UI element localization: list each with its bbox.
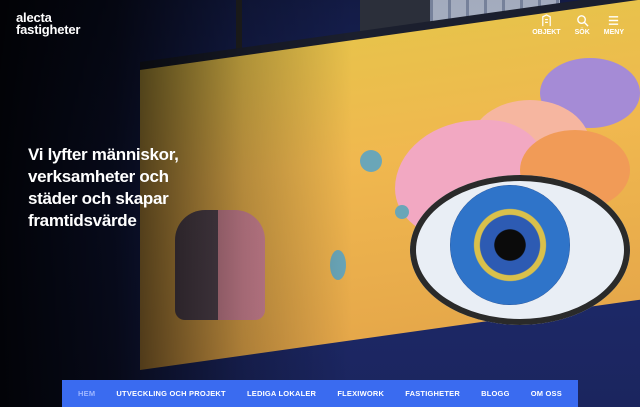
hero-section: alecta fastigheter OBJEKT SÖK MENY Vi ly… [0,0,640,407]
hero-headline: Vi lyfter människor, verksamheter och st… [28,145,179,230]
header-nav: OBJEKT SÖK MENY [532,14,624,36]
nav-item-flexiwork[interactable]: FLEXIWORK [337,389,384,398]
menu-button[interactable]: MENY [604,14,624,36]
menu-icon [609,16,619,25]
search-icon [576,15,589,27]
nav-item-fastigheter[interactable]: FASTIGHETER [405,389,460,398]
nav-item-lediga-lokaler[interactable]: LEDIGA LOKALER [247,389,316,398]
menu-label: MENY [603,29,624,36]
search-button[interactable]: SÖK [575,14,590,36]
objekt-button[interactable]: OBJEKT [532,14,561,36]
objekt-label: OBJEKT [532,29,561,36]
nav-item-blogg[interactable]: BLOGG [481,389,510,398]
nav-item-utveckling[interactable]: UTVECKLING OCH PROJEKT [116,389,225,398]
nav-item-om-oss[interactable]: OM OSS [531,389,562,398]
nav-item-hem[interactable]: HEM [78,389,95,398]
brand-logo[interactable]: alecta fastigheter [16,11,81,37]
search-label: SÖK [574,29,590,36]
building-icon [542,14,551,27]
bottom-nav: HEM UTVECKLING OCH PROJEKT LEDIGA LOKALE… [62,380,578,407]
brand-logo-line2: fastigheter [16,22,81,37]
